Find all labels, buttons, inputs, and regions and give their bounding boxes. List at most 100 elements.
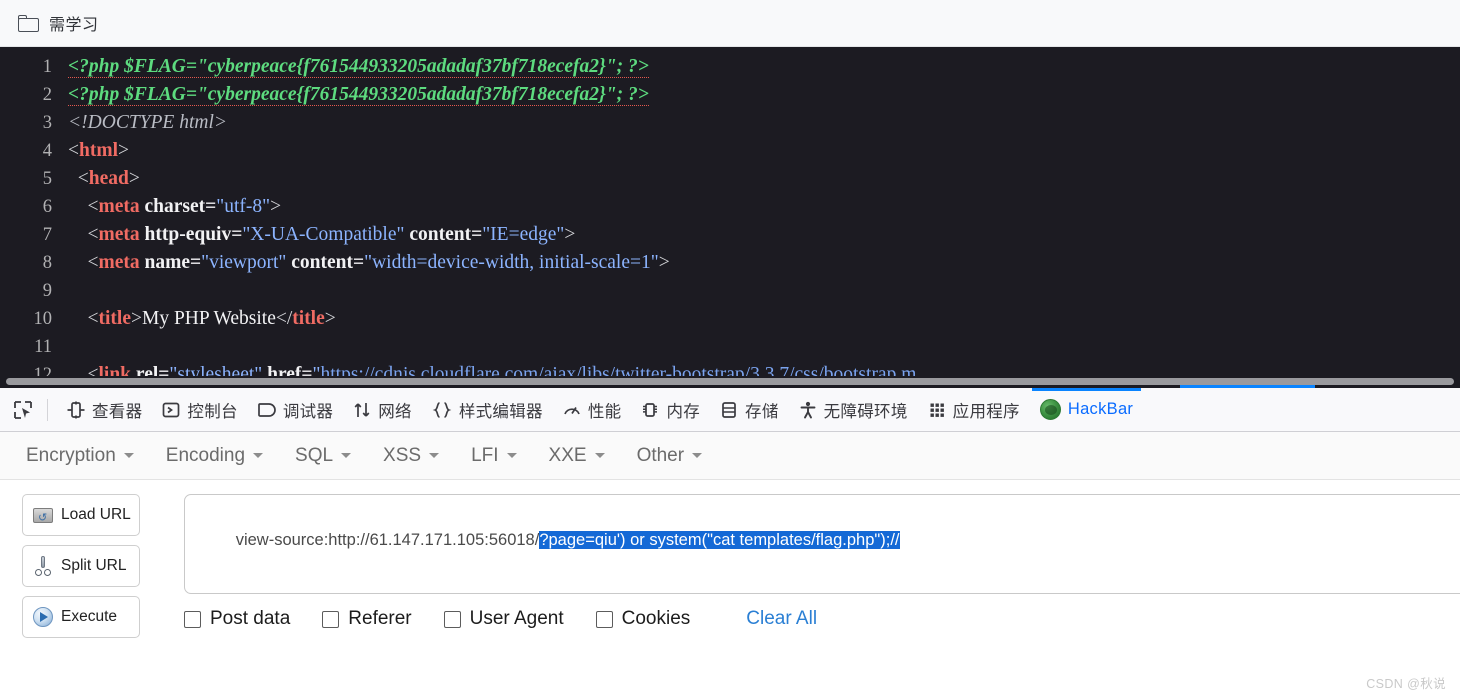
element-picker-icon[interactable]: [8, 395, 38, 425]
code-token: <: [68, 252, 99, 273]
code-line: 9: [0, 277, 1460, 305]
devtools-tab-样式编辑器[interactable]: 样式编辑器: [422, 388, 553, 431]
devtools-tab-label: 样式编辑器: [458, 402, 543, 421]
checkbox-box[interactable]: [443, 610, 461, 628]
line-number: 7: [42, 225, 52, 245]
code-token: content=: [404, 224, 483, 245]
devtools-tab-内存[interactable]: 内存: [631, 388, 710, 431]
checkbox-box[interactable]: [595, 610, 613, 628]
devtools-tab-性能[interactable]: 性能: [553, 388, 632, 431]
code-token: >: [130, 308, 142, 329]
devtools-tab-控制台[interactable]: 控制台: [152, 388, 247, 431]
checkbox-box[interactable]: [184, 610, 201, 628]
code-token: >: [128, 168, 140, 189]
devtools-tab-hackbar[interactable]: HackBar: [1030, 388, 1143, 431]
code-token: name=: [139, 252, 202, 273]
devtools-tab-查看器[interactable]: 查看器: [57, 388, 152, 431]
debugger-icon: [257, 401, 276, 419]
split-url-icon: [32, 555, 54, 577]
code-token: head: [88, 168, 129, 189]
code-token: >: [270, 196, 282, 217]
hackbar-menu-label: SQL: [295, 444, 334, 466]
execute-icon: [32, 606, 54, 628]
hackbar-menu-sql[interactable]: SQL: [295, 444, 352, 467]
button-label: Load URL: [61, 506, 131, 523]
folder-icon: [18, 14, 40, 32]
devtools-tab-label: 性能: [587, 402, 622, 421]
horizontal-scrollbar[interactable]: [0, 376, 1460, 388]
code-token: "IE=edge": [482, 224, 565, 245]
hackbar-menu-label: LFI: [471, 444, 499, 466]
clear-all-link[interactable]: Clear All: [746, 608, 817, 630]
url-input[interactable]: view-source:http://61.147.171.105:56018/…: [184, 494, 1460, 594]
code-line: 10 <title>My PHP Website</title>: [0, 305, 1460, 333]
accessibility-icon: [799, 401, 817, 419]
code-token: >: [118, 140, 129, 161]
hackbar-action-buttons: ↺ Load URL Split URL Execute: [22, 494, 140, 647]
code-token: <?php $FLAG="cyberpeace{f761544933205ada…: [68, 84, 649, 106]
toolbar-divider: [47, 398, 48, 421]
code-line: 7 <meta http-equiv="X-UA-Compatible" con…: [0, 221, 1460, 249]
style-editor-icon: [432, 401, 452, 419]
url-selected-text: ?page=qiu') or system("cat templates/fla…: [539, 531, 900, 549]
checkbox-user-agent[interactable]: User Agent: [443, 608, 564, 630]
hackbar-menu-bar: Encryption Encoding SQL XSS LFI XXE Other: [0, 432, 1460, 480]
code-token: http-equiv=: [139, 224, 243, 245]
url-field-wrapper: view-source:http://61.147.171.105:56018/…: [184, 494, 1460, 594]
network-icon: [353, 401, 371, 419]
checkbox-cookies[interactable]: Cookies: [595, 608, 691, 630]
button-label: Execute: [61, 608, 118, 625]
code-token: content=: [286, 252, 365, 273]
devtools-tab-无障碍环境[interactable]: 无障碍环境: [789, 388, 918, 431]
scrollbar-thumb[interactable]: [6, 378, 1454, 385]
hackbar-menu-lfi[interactable]: LFI: [471, 444, 517, 467]
code-token: </: [275, 308, 293, 329]
line-number: 3: [42, 113, 52, 133]
code-token: <!DOCTYPE html>: [68, 112, 228, 133]
code-token: <: [68, 168, 89, 189]
scrollbar-highlight: [1180, 385, 1315, 388]
load-url-button[interactable]: ↺ Load URL: [22, 494, 140, 536]
line-number: 8: [42, 253, 52, 273]
hackbar-icon: [1039, 399, 1061, 420]
code-token: meta: [98, 196, 140, 217]
checkbox-label: Cookies: [621, 608, 691, 629]
performance-icon: [563, 401, 581, 419]
code-lines: 1 <?php $FLAG="cyberpeace{f761544933205ad…: [0, 47, 1460, 388]
checkbox-box[interactable]: [322, 610, 340, 628]
code-line: 6 <meta charset="utf-8">: [0, 193, 1460, 221]
line-number: 1: [42, 57, 52, 77]
application-icon: [928, 401, 946, 419]
code-token: <: [68, 196, 99, 217]
view-source-code-panel: 1 <?php $FLAG="cyberpeace{f761544933205ad…: [0, 47, 1460, 388]
devtools-tab-label: 应用程序: [952, 402, 1020, 421]
hackbar-menu-xss[interactable]: XSS: [383, 444, 440, 467]
devtools-tab-label: 网络: [378, 402, 412, 421]
line-number: 9: [42, 281, 52, 301]
storage-icon: [720, 401, 738, 419]
hackbar-menu-other[interactable]: Other: [637, 445, 703, 467]
execute-button[interactable]: Execute: [22, 596, 140, 638]
hackbar-menu-encryption[interactable]: Encryption: [26, 445, 134, 467]
line-number: 10: [33, 309, 53, 329]
chevron-down-icon: [253, 453, 264, 458]
devtools-tab-label: 调试器: [282, 402, 334, 421]
line-number: 11: [34, 337, 52, 357]
devtools-tab-存储[interactable]: 存储: [710, 388, 789, 431]
devtools-tab-网络[interactable]: 网络: [343, 388, 422, 431]
checkbox-referer[interactable]: Referer: [322, 608, 412, 630]
code-token: "utf-8": [216, 196, 271, 217]
split-url-button[interactable]: Split URL: [22, 545, 140, 587]
code-token: >: [658, 252, 670, 273]
code-token: "width=device-width, initial-scale=1": [364, 252, 659, 273]
hackbar-menu-label: XSS: [383, 444, 422, 466]
bookmark-item-label[interactable]: 需学习: [49, 11, 99, 35]
devtools-tab-应用程序[interactable]: 应用程序: [918, 388, 1030, 431]
hackbar-menu-encoding[interactable]: Encoding: [166, 445, 264, 467]
memory-icon: [641, 401, 659, 419]
chevron-down-icon: [429, 453, 440, 458]
devtools-tab-调试器[interactable]: 调试器: [248, 388, 343, 431]
code-token: html: [79, 140, 118, 161]
checkbox-post-data[interactable]: Post data: [184, 608, 290, 630]
hackbar-menu-xxe[interactable]: XXE: [549, 445, 605, 467]
